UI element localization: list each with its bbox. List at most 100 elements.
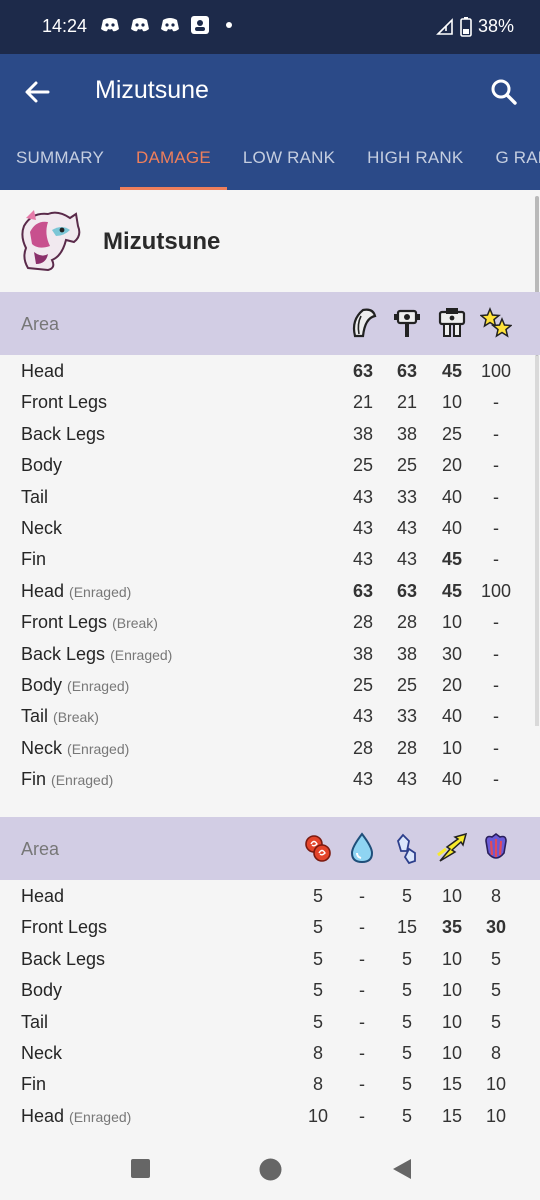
damage-value: 10 — [307, 1105, 329, 1126]
area-label: Neck — [21, 518, 63, 538]
area-state: (Enraged) — [69, 583, 132, 600]
damage-value: - — [493, 549, 499, 570]
damage-value: 43 — [352, 486, 374, 507]
damage-value: 5 — [312, 886, 323, 906]
damage-value: 25 — [352, 455, 374, 476]
damage-value: 43 — [352, 549, 374, 570]
damage-value: 25 — [396, 455, 418, 476]
damage-value: 38 — [396, 423, 418, 444]
damage-value: 45 — [441, 549, 463, 570]
app-notification-icon — [191, 16, 209, 34]
discord-icon — [131, 18, 149, 32]
damage-value: 25 — [352, 675, 374, 695]
damage-value: 40 — [441, 706, 463, 727]
damage-value: 10 — [441, 612, 463, 633]
area-state: (Enraged) — [110, 646, 173, 663]
tab-damage[interactable]: DAMAGE — [120, 134, 227, 190]
tab-summary[interactable]: SUMMARY — [16, 134, 104, 190]
damage-value: 21 — [352, 392, 374, 413]
damage-value: 5 — [312, 948, 323, 969]
area-name: Back Legs — [21, 424, 105, 445]
area-label: Head — [21, 580, 65, 601]
home-button[interactable] — [259, 1158, 282, 1181]
damage-value: 43 — [396, 769, 418, 790]
discord-icon — [101, 18, 119, 32]
more-notifications-dot — [226, 22, 232, 28]
damage-value: 5 — [401, 948, 412, 969]
damage-value: 20 — [441, 675, 463, 695]
monster-header: Mizutsune — [0, 190, 540, 292]
tab-g-rank[interactable]: G RANK — [495, 134, 540, 190]
damage-value: 63 — [396, 580, 418, 601]
tab-high-rank[interactable]: HIGH RANK — [367, 134, 463, 190]
area-label: Front Legs — [21, 392, 108, 413]
area-name: Tail (Break) — [21, 706, 99, 727]
area-name: Neck — [21, 1043, 62, 1064]
area-label: Back Legs — [21, 948, 106, 969]
area-name: Neck — [21, 518, 62, 539]
discord-icon — [161, 18, 179, 32]
damage-value: 10 — [485, 1074, 507, 1095]
thunder-icon — [437, 832, 468, 862]
damage-value: 43 — [352, 518, 374, 538]
damage-value: 10 — [485, 1105, 507, 1126]
ice-icon — [396, 833, 416, 865]
damage-value: - — [493, 675, 499, 695]
recents-button[interactable] — [130, 1158, 151, 1179]
damage-value: 10 — [441, 737, 463, 758]
search-icon[interactable] — [486, 74, 522, 110]
area-name: Front Legs — [21, 392, 107, 413]
damage-value: 15 — [441, 1074, 463, 1095]
damage-value: 10 — [441, 948, 463, 969]
area-label: Back Legs — [21, 643, 106, 664]
area-label: Fin — [21, 549, 47, 570]
physical-table-header: Area — [0, 292, 540, 355]
damage-value: 63 — [352, 580, 374, 601]
area-label: Front Legs — [21, 917, 108, 938]
damage-value: - — [493, 612, 499, 633]
signal-icon — [436, 17, 453, 35]
area-name: Head — [21, 361, 64, 382]
damage-value: - — [359, 1011, 365, 1032]
back-button[interactable] — [391, 1158, 413, 1180]
status-bar: 14:24 38% — [0, 0, 540, 54]
area-state: (Break) — [112, 615, 158, 632]
damage-value: 35 — [441, 917, 463, 938]
area-state: (Enraged) — [67, 678, 130, 694]
battery-icon — [460, 16, 472, 37]
damage-value: - — [493, 518, 499, 538]
damage-value: 45 — [441, 361, 463, 381]
table-row: Fin (Enraged) 43 43 40 - — [0, 764, 540, 795]
table-row: Head (Enraged) 10 - 5 15 10 — [0, 1101, 540, 1132]
tab-low-rank[interactable]: LOW RANK — [243, 134, 335, 190]
back-arrow-icon[interactable] — [20, 74, 56, 110]
damage-value: - — [359, 1105, 365, 1126]
table-row: Neck (Enraged) 28 28 10 - — [0, 733, 540, 764]
area-label: Neck — [21, 1043, 63, 1063]
area-state: (Break) — [53, 709, 99, 726]
area-label: Tail — [21, 486, 49, 507]
area-label: Head — [21, 1105, 65, 1126]
damage-value: 5 — [490, 980, 501, 1001]
area-column-header: Area — [21, 839, 60, 859]
fire-icon — [305, 835, 331, 862]
damage-value: 5 — [401, 980, 412, 1001]
status-right: 38% — [436, 16, 514, 37]
damage-value: 38 — [352, 643, 374, 664]
table-row: Back Legs (Enraged) 38 38 30 - — [0, 639, 540, 670]
area-name: Body — [21, 980, 62, 1001]
table-row: Back Legs 38 38 25 - — [0, 419, 540, 450]
damage-value: 63 — [396, 361, 418, 381]
page-title: Mizutsune — [95, 76, 209, 104]
damage-value: 63 — [352, 361, 374, 381]
monster-name: Mizutsune — [103, 228, 221, 255]
damage-value: 5 — [401, 1105, 412, 1126]
area-state: (Enraged) — [69, 1108, 132, 1125]
impact-icon — [394, 309, 420, 337]
area-column-header: Area — [21, 314, 60, 334]
table-row: Tail (Break) 43 33 40 - — [0, 701, 540, 732]
damage-value: - — [359, 1074, 365, 1095]
table-row: Front Legs (Break) 28 28 10 - — [0, 607, 540, 638]
area-name: Back Legs — [21, 949, 105, 970]
damage-value: - — [493, 423, 499, 444]
